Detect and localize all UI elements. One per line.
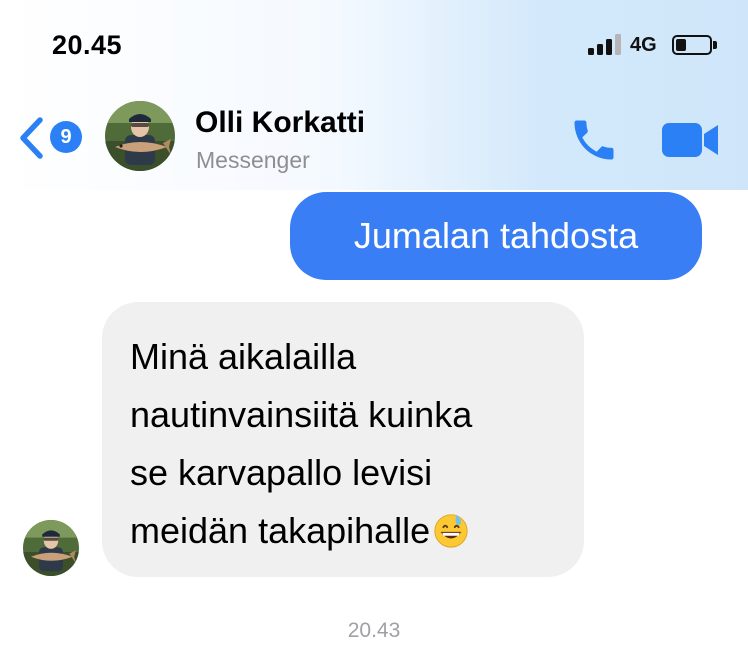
network-type: 4G	[630, 34, 657, 56]
profile-photo	[23, 520, 79, 576]
signal-bar	[606, 39, 612, 55]
status-time: 20.45	[52, 30, 123, 60]
video-call-button[interactable]	[660, 117, 722, 163]
message-line: se karvapallo levisi	[130, 452, 433, 493]
message-timestamp: 20.43	[347, 619, 401, 642]
voice-call-button[interactable]	[568, 114, 620, 166]
signal-bar	[588, 48, 594, 55]
grinning-face-with-sweat-icon	[434, 514, 468, 548]
phone-icon	[574, 120, 614, 160]
chat-header: 20.45 4G 9 Olli Korkatti Messenger	[0, 0, 748, 190]
unread-badge: 9	[50, 121, 82, 153]
message-line-text: meidän takapihalle	[130, 510, 431, 551]
sender-avatar[interactable]	[23, 520, 79, 576]
message-line-last: meidän takapihalle	[130, 502, 556, 560]
signal-bar	[597, 44, 603, 55]
message-text: Jumalan tahdosta	[353, 215, 639, 256]
message-line: Minä aikalailla	[130, 336, 357, 377]
video-camera-icon	[662, 123, 718, 157]
incoming-message[interactable]: Minä aikalailla nautinvainsiitä kuinka s…	[102, 302, 584, 577]
signal-bar	[615, 34, 621, 55]
battery-level	[676, 39, 686, 51]
contact-name[interactable]: Olli Korkatti	[195, 106, 365, 140]
profile-photo	[105, 101, 175, 171]
message-line: nautinvainsiitä kuinka	[130, 394, 473, 435]
battery-icon	[672, 35, 712, 55]
battery-tip	[713, 41, 717, 49]
contact-subtitle: Messenger	[196, 147, 310, 173]
outgoing-message[interactable]: Jumalan tahdosta	[290, 192, 702, 280]
signal-strength-icon	[588, 33, 622, 55]
avatar[interactable]	[105, 101, 175, 171]
